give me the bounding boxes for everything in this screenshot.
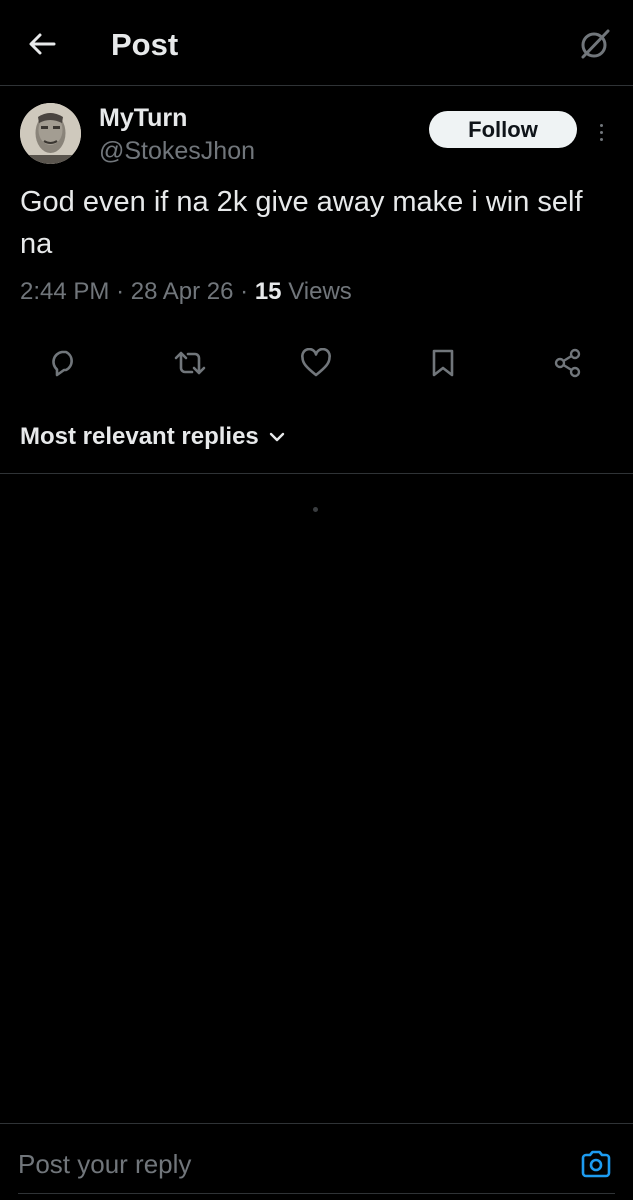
post-screen: Post MyTurn @StokesJhon Follow God even … [0,0,633,1200]
chevron-down-icon [269,432,284,442]
avatar-image [20,103,81,164]
reply-button[interactable] [41,340,87,386]
page-title: Post [111,27,179,62]
back-button[interactable] [22,26,62,62]
post-author: MyTurn @StokesJhon Follow [20,103,620,169]
share-icon [554,348,581,378]
post-time: 2:44 PM [20,278,110,305]
author-display-name[interactable]: MyTurn [99,103,187,133]
views-label: Views [288,278,352,305]
grok-button[interactable] [575,24,615,64]
post-actions-bar [0,340,633,386]
repost-icon [174,351,206,375]
reply-input[interactable] [18,1146,538,1182]
share-button[interactable] [545,340,591,386]
bookmark-button[interactable] [420,340,466,386]
replies-sort-dropdown[interactable]: Most relevant replies [20,421,285,453]
views-count[interactable]: 15 [255,278,282,305]
repost-button[interactable] [167,340,213,386]
meta-separator: · [240,278,249,305]
reply-composer [0,1123,633,1200]
reply-icon [52,350,73,377]
more-vertical-icon [599,123,603,127]
camera-button[interactable] [578,1146,614,1182]
more-vertical-icon-dot [599,130,603,134]
section-divider [0,473,633,474]
replies-sort-label: Most relevant replies [20,423,259,450]
top-app-bar: Post [0,0,633,86]
bookmark-icon [432,349,454,377]
heart-icon [301,348,331,377]
post-metadata: 2:44 PM · 28 Apr 26 · 15 Views [20,276,352,308]
avatar[interactable] [20,103,81,164]
loading-indicator [313,507,318,512]
grok-icon [581,29,610,59]
composer-underline [18,1193,615,1194]
post-text: God even if na 2k give away make i win s… [20,186,583,260]
like-button[interactable] [293,340,339,386]
author-handle[interactable]: @StokesJhon [99,136,255,166]
more-options-button[interactable] [590,115,612,149]
arrow-left-icon [29,33,56,55]
meta-separator: · [116,278,125,305]
camera-icon [581,1150,611,1178]
more-vertical-icon-dot [599,137,603,141]
post-date: 28 Apr 26 [130,278,234,305]
follow-button[interactable]: Follow [429,111,577,148]
